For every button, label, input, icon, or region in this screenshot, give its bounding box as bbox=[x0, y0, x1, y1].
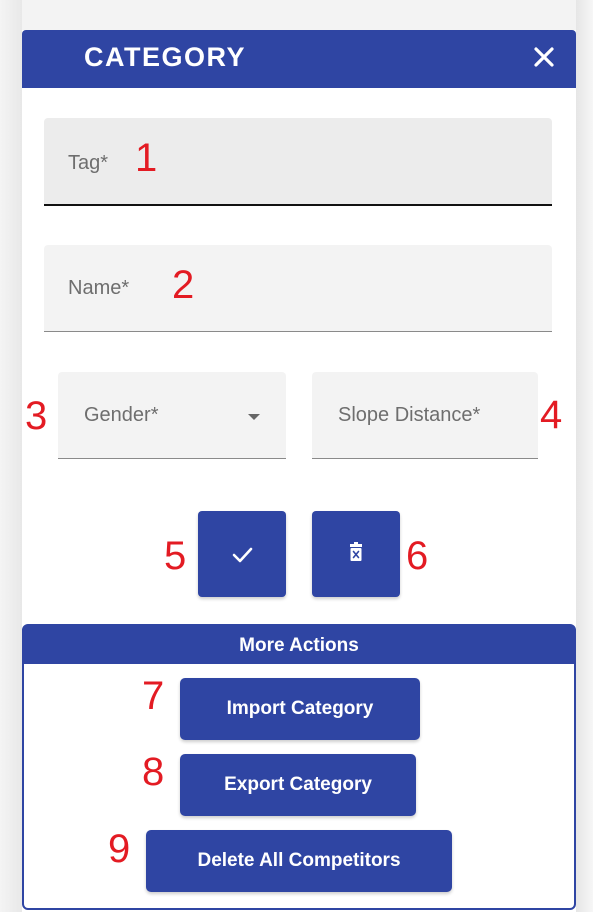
backdrop-right bbox=[576, 0, 593, 912]
export-category-button[interactable]: Export Category bbox=[180, 754, 416, 816]
tag-field[interactable]: Tag* bbox=[44, 118, 552, 206]
slope-distance-field[interactable]: Slope Distance* bbox=[312, 372, 538, 459]
import-category-button[interactable]: Import Category bbox=[180, 678, 420, 740]
marker-5: 5 bbox=[164, 534, 187, 578]
dialog-header: CATEGORY bbox=[22, 30, 576, 88]
marker-1: 1 bbox=[135, 136, 158, 180]
backdrop-top bbox=[0, 0, 593, 30]
marker-2: 2 bbox=[172, 263, 195, 307]
trash-x-icon bbox=[350, 542, 362, 561]
marker-3: 3 bbox=[25, 394, 48, 438]
name-field[interactable]: Name* bbox=[44, 245, 552, 332]
slope-distance-label: Slope Distance* bbox=[338, 404, 481, 426]
gender-select[interactable]: Gender* bbox=[58, 372, 286, 459]
marker-9: 9 bbox=[108, 827, 131, 871]
marker-8: 8 bbox=[142, 750, 165, 794]
backdrop-left bbox=[0, 0, 22, 912]
more-actions-title: More Actions bbox=[239, 635, 359, 656]
category-dialog: CATEGORY Tag* 1 Name* 2 3 Gender* Slope … bbox=[22, 30, 576, 910]
dropdown-arrow-icon bbox=[248, 414, 260, 420]
delete-all-competitors-button[interactable]: Delete All Competitors bbox=[146, 830, 452, 892]
marker-4: 4 bbox=[540, 393, 563, 437]
delete-button[interactable] bbox=[312, 511, 400, 597]
dialog-title: CATEGORY bbox=[84, 42, 247, 72]
more-actions-header: More Actions bbox=[24, 626, 574, 664]
marker-6: 6 bbox=[406, 534, 429, 578]
marker-7: 7 bbox=[142, 674, 165, 718]
name-label: Name* bbox=[68, 277, 130, 299]
save-button[interactable] bbox=[198, 511, 286, 597]
gender-label: Gender* bbox=[84, 404, 159, 426]
tag-label: Tag* bbox=[68, 152, 109, 174]
check-icon bbox=[232, 547, 253, 563]
more-actions-panel: More Actions 7 Import Category 8 Export … bbox=[22, 624, 576, 910]
close-icon[interactable] bbox=[529, 42, 559, 72]
